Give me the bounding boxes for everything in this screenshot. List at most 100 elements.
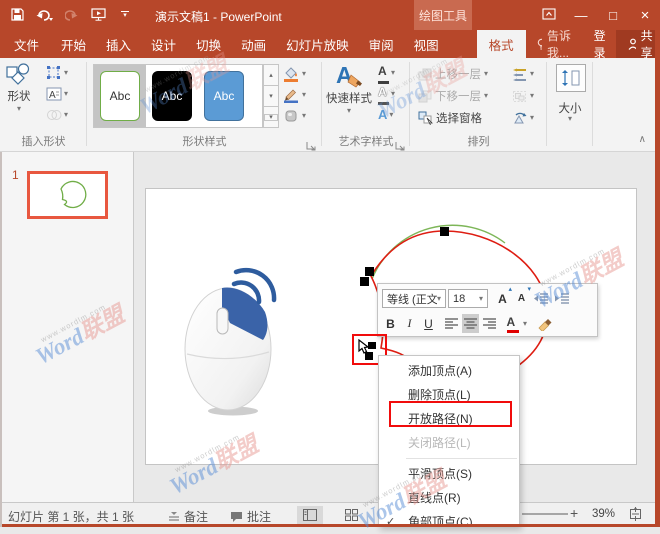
- group-objects-button: ▾: [512, 86, 534, 106]
- svg-text:A: A: [49, 90, 56, 101]
- ribbon-display-options-icon[interactable]: [540, 8, 558, 23]
- tab-format-active[interactable]: 格式: [477, 30, 526, 58]
- shape-style-swatch-2[interactable]: Abc: [146, 65, 198, 127]
- slide-thumbnail[interactable]: [27, 171, 108, 219]
- font-size-combo[interactable]: 18▾: [448, 289, 488, 308]
- text-fill-button[interactable]: A ▾: [378, 62, 395, 83]
- menu-item-add-vertex[interactable]: 添加顶点(A): [379, 359, 519, 383]
- quick-styles-button[interactable]: A 快速样式 ▾: [326, 62, 372, 114]
- powerpoint-window: { "window": { "title": "演示文稿1 - PowerPoi…: [0, 0, 660, 527]
- start-slideshow-icon[interactable]: [89, 5, 107, 24]
- align-right-icon[interactable]: [481, 314, 498, 333]
- sign-in-button[interactable]: 登录: [584, 30, 616, 58]
- tab-animations[interactable]: 动画: [231, 30, 276, 58]
- tab-file[interactable]: 文件: [2, 30, 51, 58]
- italic-button[interactable]: I: [401, 314, 418, 333]
- menu-item-close-path: 关闭路径(L): [379, 431, 519, 455]
- undo-icon[interactable]: [35, 5, 53, 24]
- maximize-button[interactable]: □: [604, 8, 622, 23]
- close-button[interactable]: ×: [636, 7, 654, 24]
- merge-shapes-button: ▾: [46, 104, 68, 125]
- zoom-level[interactable]: 39%: [592, 508, 615, 520]
- tab-design[interactable]: 设计: [141, 30, 186, 58]
- text-outline-button[interactable]: A ▾: [378, 83, 395, 104]
- shape-effects-button[interactable]: ▾: [283, 106, 306, 126]
- merge-shapes-icon: [46, 108, 62, 122]
- text-box-button[interactable]: A ▾: [46, 83, 68, 104]
- increase-indent-icon[interactable]: [553, 289, 572, 308]
- tab-home[interactable]: 开始: [51, 30, 96, 58]
- tab-transitions[interactable]: 切换: [186, 30, 231, 58]
- menu-item-straight-point[interactable]: 直线点(R): [379, 486, 519, 510]
- bold-button[interactable]: B: [382, 314, 399, 333]
- text-effects-button[interactable]: A ▾: [378, 104, 395, 125]
- decrease-indent-icon[interactable]: [532, 289, 551, 308]
- group-shape-styles: Abc Abc Abc ▴ ▾ ▾ ▾ ▾ ▾ 形状样式: [87, 58, 322, 152]
- group-wordart-styles: A 快速样式 ▾ A ▾ A ▾ A ▾ 艺术字样式: [322, 58, 410, 152]
- save-icon[interactable]: [8, 5, 26, 24]
- bring-forward-button: 上移一层▾: [418, 64, 488, 84]
- gallery-scroll-down-icon[interactable]: ▾: [263, 86, 279, 107]
- menu-item-smooth-point[interactable]: 平滑顶点(S): [379, 462, 519, 486]
- minimize-button[interactable]: —: [572, 8, 590, 23]
- rotate-icon: [512, 112, 527, 125]
- shrink-font-button[interactable]: A▾: [513, 289, 530, 308]
- bring-forward-icon: [418, 68, 432, 81]
- shape-effects-icon: [283, 108, 299, 124]
- normal-view-button[interactable]: [297, 506, 323, 524]
- edit-shape-icon: [46, 65, 62, 81]
- tab-review[interactable]: 审阅: [359, 30, 404, 58]
- shapes-icon: [6, 62, 32, 86]
- collapse-ribbon-icon[interactable]: ∧: [639, 134, 646, 145]
- normal-view-icon: [303, 509, 317, 521]
- tab-view[interactable]: 视图: [404, 30, 449, 58]
- gallery-more-icon[interactable]: ▾: [263, 107, 279, 128]
- font-name-combo[interactable]: 等线 (正文▾: [382, 289, 446, 308]
- slide-sorter-view-button[interactable]: [338, 506, 364, 524]
- share-button[interactable]: 共享: [616, 30, 660, 58]
- contextual-tab-group: 绘图工具: [414, 0, 472, 30]
- size-button[interactable]: [556, 64, 586, 92]
- gallery-scroll-up-icon[interactable]: ▴: [263, 64, 279, 86]
- underline-button[interactable]: U: [420, 314, 437, 333]
- shape-style-swatch-1[interactable]: Abc: [94, 65, 146, 127]
- tell-me-box[interactable]: 告诉我...: [526, 30, 584, 58]
- shapes-button[interactable]: 形状 ▾: [6, 62, 32, 112]
- shape-outline-button[interactable]: ▾: [283, 85, 306, 105]
- window-title: 演示文稿1 - PowerPoint: [155, 8, 282, 25]
- format-painter-icon[interactable]: [535, 314, 556, 333]
- group-objects-icon: [512, 90, 527, 103]
- tab-slideshow[interactable]: 幻灯片放映: [276, 30, 359, 58]
- mouse-scroll-wheel: [217, 308, 228, 334]
- shape-outline-icon: [283, 87, 299, 103]
- wordart-dialog-launcher-icon[interactable]: [395, 138, 405, 148]
- selection-pane-icon: [418, 111, 433, 125]
- font-color-button[interactable]: A: [504, 314, 521, 333]
- comments-button[interactable]: 批注: [230, 508, 271, 525]
- send-backward-icon: [418, 90, 432, 103]
- edit-shape-button[interactable]: ▾: [46, 62, 68, 83]
- align-left-icon[interactable]: [443, 314, 460, 333]
- fit-to-window-icon[interactable]: [628, 507, 643, 524]
- ribbon-tab-row: 文件 开始 插入 设计 切换 动画 幻灯片放映 审阅 视图 格式 告诉我... …: [0, 30, 660, 58]
- rotate-button[interactable]: ▾: [512, 108, 534, 128]
- font-color-dropdown[interactable]: ▾: [523, 321, 527, 327]
- tab-insert[interactable]: 插入: [96, 30, 141, 58]
- zoom-in-button[interactable]: +: [570, 505, 578, 521]
- shape-fill-icon: [283, 66, 299, 82]
- shape-style-swatch-3[interactable]: Abc: [198, 65, 250, 127]
- shape-fill-button[interactable]: ▾: [283, 64, 306, 84]
- zoom-slider[interactable]: [522, 513, 568, 515]
- shape-styles-dialog-launcher-icon[interactable]: [306, 138, 316, 148]
- annotation-box-open-path: [389, 401, 512, 427]
- align-center-icon[interactable]: [462, 314, 479, 333]
- mouse-clipart-image[interactable]: [178, 266, 282, 418]
- svg-text:A: A: [336, 62, 353, 88]
- customize-qat-icon[interactable]: ▾: [116, 5, 134, 24]
- mini-toolbar: 等线 (正文▾ 18▾ A▴ A▾ B I U A ▾: [377, 283, 598, 337]
- grow-font-button[interactable]: A▴: [494, 289, 511, 308]
- comments-icon: [230, 511, 243, 523]
- align-button[interactable]: ▾: [512, 64, 534, 84]
- selection-pane-button[interactable]: 选择窗格: [418, 108, 482, 128]
- notes-button[interactable]: 备注: [168, 508, 208, 525]
